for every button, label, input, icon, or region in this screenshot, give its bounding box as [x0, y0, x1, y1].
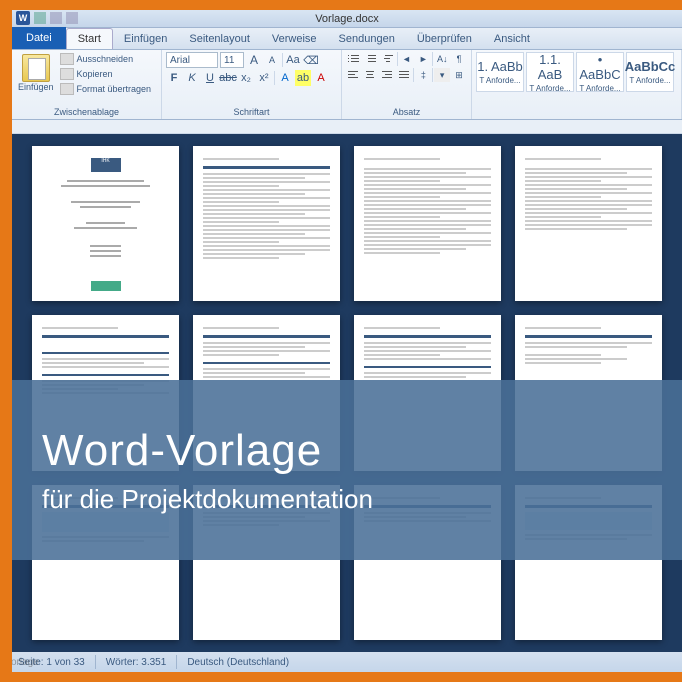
tab-view[interactable]: Ansicht [483, 29, 541, 49]
frame-top [0, 0, 682, 10]
page-thumbnail[interactable]: IHK [32, 146, 179, 301]
page-thumbnail[interactable] [193, 146, 340, 301]
style-item[interactable]: 1.1. AaBT Anforde... [526, 52, 574, 92]
save-icon[interactable] [34, 12, 46, 24]
ribbon: Einfügen Ausschneiden Kopieren Format üb… [12, 50, 682, 120]
style-item[interactable]: 1. AaBbT Anforde... [476, 52, 524, 92]
font-group-label: Schriftart [166, 105, 337, 117]
tab-review[interactable]: Überprüfen [406, 29, 483, 49]
strikethrough-button[interactable]: abc [220, 70, 236, 86]
increase-indent-button[interactable]: ► [415, 52, 431, 66]
brush-icon [60, 83, 74, 95]
style-item[interactable]: • AaBbCT Anforde... [576, 52, 624, 92]
multilevel-list-button[interactable] [380, 52, 396, 66]
cut-button[interactable]: Ausschneiden [59, 52, 153, 66]
ribbon-tabs: Datei Start Einfügen Seitenlayout Verwei… [12, 28, 682, 50]
align-left-button[interactable] [346, 68, 362, 82]
maoke-logo [91, 281, 121, 291]
copy-button[interactable]: Kopieren [59, 67, 153, 81]
sort-button[interactable]: A↓ [434, 52, 450, 66]
undo-icon[interactable] [50, 12, 62, 24]
font-name-combo[interactable]: Arial [166, 52, 218, 68]
overlay-banner: Word-Vorlage für die Projektdokumentatio… [12, 380, 682, 560]
clear-formatting-button[interactable]: ⌫ [303, 52, 319, 68]
tab-page-layout[interactable]: Seitenlayout [178, 29, 261, 49]
highlight-button[interactable]: ab [295, 70, 311, 86]
paragraph-group-label: Absatz [346, 105, 467, 117]
show-marks-button[interactable]: ¶ [451, 52, 467, 66]
ribbon-group-styles: 1. AaBbT Anforde... 1.1. AaBT Anforde...… [472, 50, 682, 119]
tab-start[interactable]: Start [66, 28, 113, 49]
banner-title: Word-Vorlage [42, 426, 682, 476]
ribbon-group-paragraph: ◄ ► A↓ ¶ ‡ ▾ ⊞ Absatz [342, 50, 472, 119]
numbered-list-button[interactable] [363, 52, 379, 66]
ribbon-group-clipboard: Einfügen Ausschneiden Kopieren Format üb… [12, 50, 162, 119]
font-color-button[interactable]: A [313, 70, 329, 86]
quick-access-toolbar [34, 12, 78, 24]
align-center-button[interactable] [363, 68, 379, 82]
style-item[interactable]: AaBbCcT Anforde... [626, 52, 674, 92]
text-effects-button[interactable]: A [277, 70, 293, 86]
change-case-button[interactable]: Aa [285, 52, 301, 68]
tab-insert[interactable]: Einfügen [113, 29, 178, 49]
ihk-logo: IHK [91, 158, 121, 172]
shrink-font-button[interactable]: A [264, 52, 280, 68]
borders-button[interactable]: ⊞ [451, 68, 467, 82]
frame-left [0, 0, 12, 682]
frame-bottom [0, 672, 682, 682]
word-app-icon: W [16, 11, 30, 25]
scissors-icon [60, 53, 74, 65]
clipboard-group-label: Zwischenablage [16, 105, 157, 117]
paste-label: Einfügen [18, 82, 54, 92]
decrease-indent-button[interactable]: ◄ [399, 52, 415, 66]
status-bar: Seite: 1 von 33 Wörter: 3.351 Deutsch (D… [12, 652, 682, 672]
page-thumbnail[interactable] [515, 146, 662, 301]
grow-font-button[interactable]: A [246, 52, 262, 68]
paste-button[interactable]: Einfügen [16, 52, 56, 94]
line-spacing-button[interactable]: ‡ [415, 68, 431, 82]
justify-button[interactable] [397, 68, 413, 82]
superscript-button[interactable]: x² [256, 70, 272, 86]
tab-mailings[interactable]: Sendungen [328, 29, 406, 49]
underline-button[interactable]: U [202, 70, 218, 86]
copy-icon [60, 68, 74, 80]
ribbon-group-font: Arial 11 A A Aa ⌫ F K U abc x₂ x² A ab A [162, 50, 342, 119]
banner-subtitle: für die Projektdokumentation [42, 484, 682, 515]
shading-button[interactable]: ▾ [434, 68, 450, 82]
tab-references[interactable]: Verweise [261, 29, 328, 49]
status-words[interactable]: Wörter: 3.351 [106, 657, 167, 668]
paste-icon [22, 54, 50, 82]
italic-button[interactable]: K [184, 70, 200, 86]
bullet-list-button[interactable] [346, 52, 362, 66]
align-right-button[interactable] [380, 68, 396, 82]
subscript-button[interactable]: x₂ [238, 70, 254, 86]
title-bar: W Vorlage.docx [12, 10, 682, 28]
document-title: Vorlage.docx [315, 13, 379, 25]
page-thumbnail[interactable] [354, 146, 501, 301]
bold-button[interactable]: F [166, 70, 182, 86]
redo-icon[interactable] [66, 12, 78, 24]
ruler[interactable] [12, 120, 682, 134]
font-size-combo[interactable]: 11 [220, 52, 244, 68]
status-language[interactable]: Deutsch (Deutschland) [187, 657, 289, 668]
format-painter-button[interactable]: Format übertragen [59, 82, 153, 96]
file-menu[interactable]: Datei [12, 27, 66, 49]
